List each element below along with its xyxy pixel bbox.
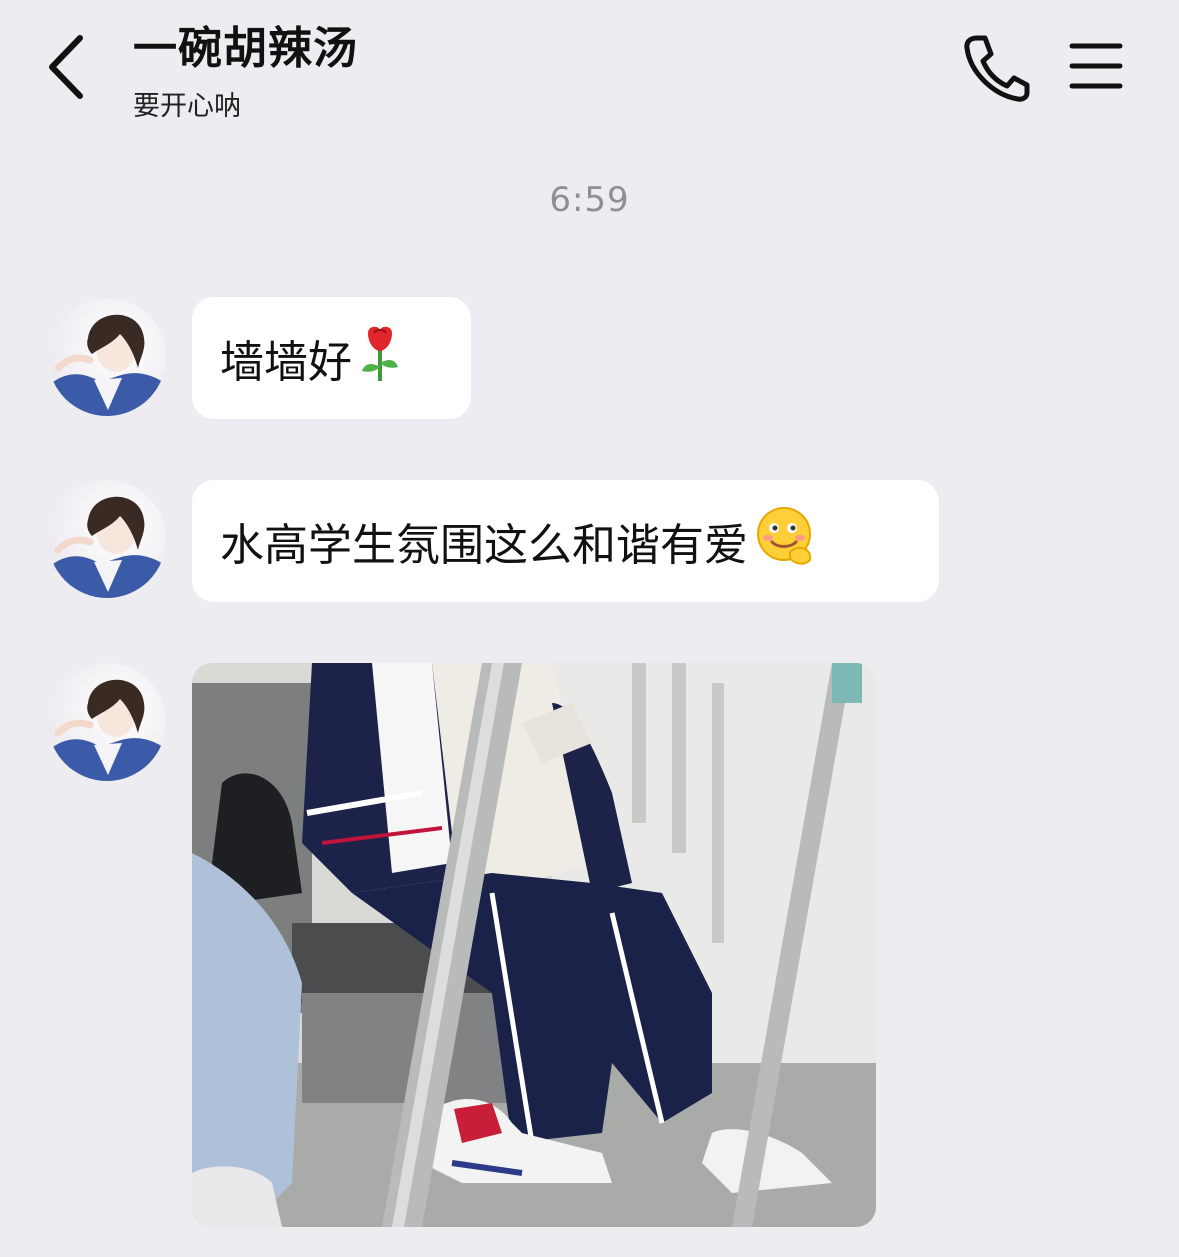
avatar[interactable]	[48, 663, 166, 781]
hamburger-menu-icon	[1069, 43, 1123, 89]
chat-title: 一碗胡辣汤	[133, 23, 358, 74]
image-message[interactable]	[192, 663, 876, 1227]
message-text: 水高学生氛围这么和谐有爱	[220, 520, 748, 571]
chat-screen: 一碗胡辣汤 要开心呐 6:59 墙墙好 水高学生氛围这么和谐有爱	[0, 0, 1179, 1257]
avatar[interactable]	[48, 298, 166, 416]
back-button[interactable]	[28, 22, 108, 112]
chat-subtitle: 要开心呐	[133, 91, 241, 122]
subway-photo-icon	[192, 663, 876, 1227]
smiling-face-icon	[754, 506, 818, 577]
avatar-anime-boy-icon	[48, 314, 166, 416]
avatar-anime-boy-icon	[48, 679, 166, 781]
phone-icon	[964, 35, 1030, 102]
avatar-anime-boy-icon	[48, 496, 166, 598]
message-timestamp: 6:59	[549, 180, 630, 220]
rose-icon	[358, 323, 402, 394]
menu-button[interactable]	[1060, 36, 1132, 96]
call-button[interactable]	[955, 30, 1033, 104]
message-text: 墙墙好	[220, 337, 352, 388]
avatar[interactable]	[48, 480, 166, 598]
chevron-left-icon	[49, 35, 83, 99]
message-bubble[interactable]: 水高学生氛围这么和谐有爱	[192, 480, 939, 602]
message-bubble[interactable]: 墙墙好	[192, 297, 471, 419]
